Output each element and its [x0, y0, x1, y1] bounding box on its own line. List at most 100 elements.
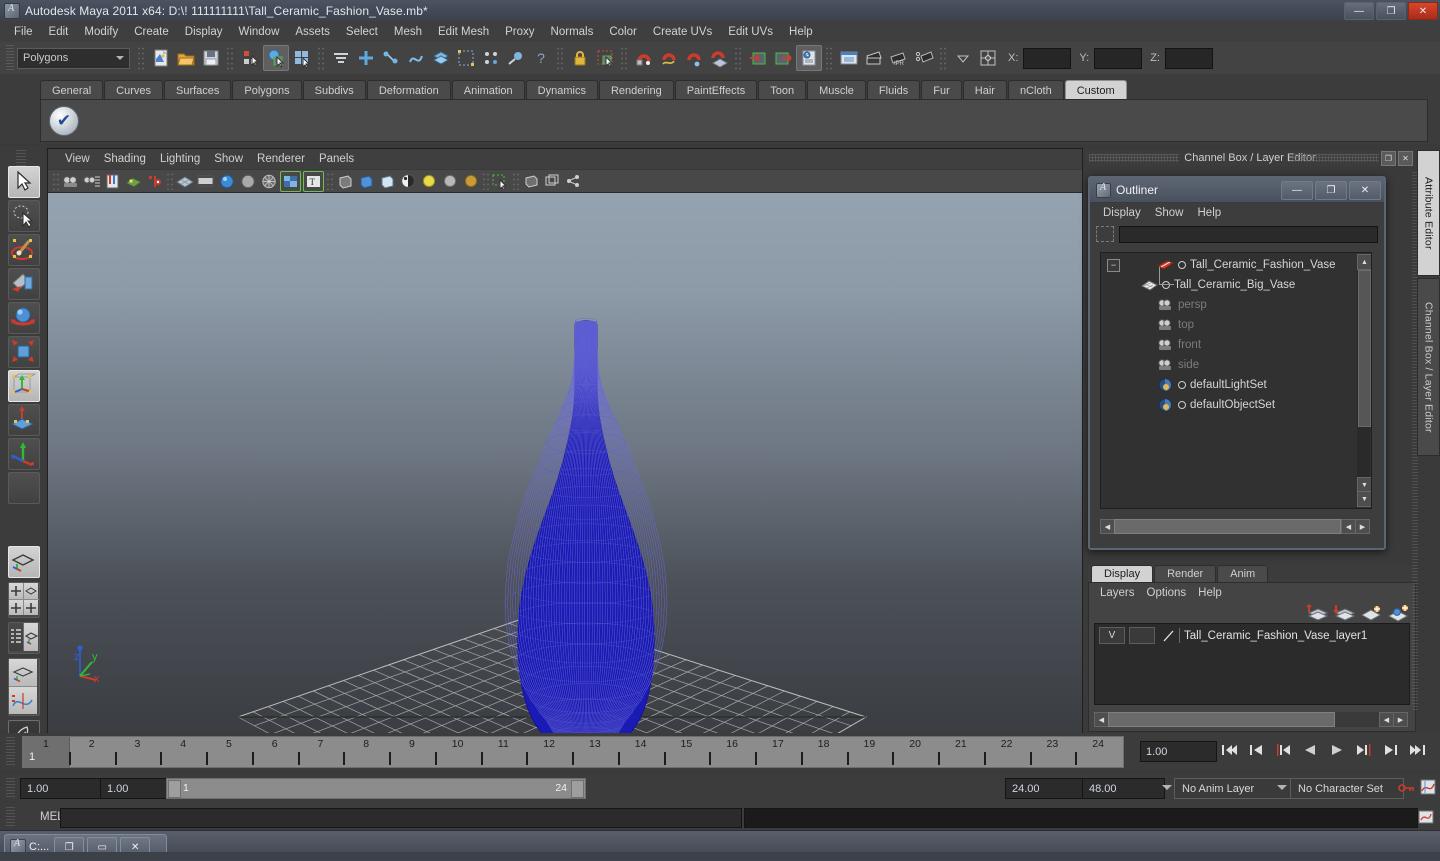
shelf-tab-toon[interactable]: Toon — [758, 80, 807, 100]
timeline-track[interactable]: 1 1 2 3 4 5 6 7 8 9 10 11 12 13 14 15 16 17 18 19 20 21 22 23 2… — [22, 736, 1124, 768]
outliner-item[interactable]: top — [1101, 315, 1353, 335]
output-connections-icon[interactable] — [771, 46, 795, 70]
batch-render-icon[interactable]: IPR — [887, 46, 911, 70]
menu-item-create[interactable]: Create — [126, 24, 177, 40]
snap-magnet-curve-icon[interactable] — [657, 46, 681, 70]
isolate-select-icon[interactable] — [491, 172, 510, 191]
menu-item-edit-uvs[interactable]: Edit UVs — [720, 24, 781, 40]
dock-close-button[interactable]: ✕ — [1398, 151, 1413, 166]
snap-to-curve-icon[interactable] — [379, 46, 403, 70]
two-d-pan-zoom-icon[interactable] — [145, 172, 164, 191]
layer-editor-tab-anim[interactable]: Anim — [1217, 565, 1269, 582]
move-tool[interactable] — [8, 268, 40, 300]
texture-border-icon[interactable]: T — [303, 170, 324, 192]
snap-to-view-plane-icon[interactable] — [429, 46, 453, 70]
menu-item-edit[interactable]: Edit — [41, 24, 77, 40]
shelf-tab-deformation[interactable]: Deformation — [366, 80, 451, 100]
command-input-field[interactable] — [60, 808, 742, 828]
viewport-canvas[interactable]: z y x — [48, 193, 1082, 734]
single-perspective-view-layout[interactable] — [8, 546, 40, 578]
graph-editor-layout-icon[interactable] — [9, 687, 37, 714]
script-editor-icon[interactable] — [1418, 809, 1434, 825]
menu-item-normals[interactable]: Normals — [543, 24, 602, 40]
menu-item-select[interactable]: Select — [338, 24, 386, 40]
outliner-menu-show[interactable]: Show — [1148, 206, 1191, 220]
wireframe-on-shaded-icon[interactable] — [259, 172, 278, 191]
auto-keyframe-icon[interactable] — [1398, 781, 1416, 798]
persp-graph-layout-group[interactable] — [8, 658, 40, 716]
layer-menu-layers[interactable]: Layers — [1094, 586, 1141, 600]
bookmark-icon[interactable] — [103, 172, 122, 191]
anim-start-time-field[interactable]: 1.00 — [20, 778, 103, 799]
current-time-field[interactable]: 1.00 — [1140, 741, 1217, 762]
viewport-menu-renderer[interactable]: Renderer — [250, 151, 312, 167]
step-back-frame-icon[interactable] — [1272, 740, 1294, 760]
right-tab-attribute-editor[interactable]: Attribute Editor — [1417, 150, 1440, 276]
share-node-icon[interactable] — [563, 172, 582, 191]
input-connections-icon[interactable] — [746, 46, 770, 70]
layer-type-toggle[interactable] — [1159, 628, 1180, 643]
step-forward-keyframe-icon[interactable] — [1380, 740, 1402, 760]
snap-magnet-plane-icon[interactable] — [707, 46, 731, 70]
character-set-chevron-icon[interactable] — [1277, 785, 1287, 790]
select-by-component-type-icon[interactable] — [290, 46, 314, 70]
vertex-display-icon[interactable] — [521, 172, 540, 191]
menu-item-file[interactable]: File — [6, 24, 41, 40]
shelf-tab-hair[interactable]: Hair — [962, 80, 1007, 100]
shelf-tab-general[interactable]: General — [40, 80, 104, 100]
scroll-right-icon-2[interactable]: ▶ — [1355, 519, 1370, 534]
outliner-maximize-button[interactable]: ❐ — [1315, 181, 1347, 200]
menu-item-color[interactable]: Color — [601, 24, 644, 40]
shade-objects-icon[interactable] — [356, 172, 375, 191]
outliner-layout-icon[interactable] — [9, 623, 24, 651]
persp-and-outliner-layout-icon[interactable] — [24, 583, 38, 599]
shelf-tab-dynamics[interactable]: Dynamics — [525, 80, 598, 100]
new-layer-from-selected-icon[interactable] — [1387, 604, 1409, 625]
checker-shading-icon[interactable] — [398, 172, 417, 191]
go-to-end-icon[interactable] — [1407, 740, 1429, 760]
layer-playback-toggle[interactable] — [1129, 627, 1155, 644]
shelf-tab-muscle[interactable]: Muscle — [807, 80, 866, 100]
outliner-horizontal-scrollbar[interactable]: ◀ ◀ ▶ — [1100, 519, 1370, 534]
coord-y-field[interactable] — [1094, 47, 1143, 69]
menu-item-mesh[interactable]: Mesh — [386, 24, 430, 40]
play-forwards-icon[interactable] — [1326, 740, 1348, 760]
shadows-icon[interactable] — [461, 172, 480, 191]
dock-restore-button[interactable]: ❐ — [1381, 151, 1396, 166]
scroll-left-icon[interactable]: ◀ — [1100, 519, 1115, 534]
lasso-select-tool[interactable] — [8, 200, 40, 232]
viewport-menu-lighting[interactable]: Lighting — [153, 151, 207, 167]
make-live-icon[interactable] — [479, 46, 503, 70]
render-current-frame-icon[interactable] — [837, 46, 861, 70]
outliner-titlebar[interactable]: Outliner — ❐ ✕ — [1090, 178, 1384, 203]
menu-set-dropdown[interactable]: Polygons — [17, 47, 130, 69]
outliner-search-input[interactable] — [1119, 225, 1378, 243]
menu-item-create-uvs[interactable]: Create UVs — [645, 24, 720, 40]
outliner-menu-help[interactable]: Help — [1191, 206, 1229, 220]
snap-magnet-grid-icon[interactable] — [632, 46, 656, 70]
shelf-tab-custom[interactable]: Custom — [1064, 80, 1127, 100]
layer-row[interactable]: V Tall_Ceramic_Fashion_Vase_layer1 — [1095, 624, 1409, 645]
soft-modification-tool[interactable] — [8, 404, 40, 436]
dock-grip-right[interactable] — [1289, 154, 1379, 162]
shelf-tab-ncloth[interactable]: nCloth — [1007, 80, 1064, 100]
select-by-object-type-icon[interactable] — [263, 45, 289, 71]
coord-z-field[interactable] — [1164, 47, 1213, 69]
shelf-tab-animation[interactable]: Animation — [451, 80, 525, 100]
open-scene-icon[interactable] — [174, 46, 198, 70]
shelf-tab-subdivs[interactable]: Subdivs — [302, 80, 366, 100]
outliner-persp-layout-group[interactable] — [8, 622, 40, 654]
paint-select-tool[interactable] — [8, 234, 40, 266]
save-scene-icon[interactable] — [199, 46, 223, 70]
outliner-item[interactable]: persp — [1101, 295, 1353, 315]
viewport-menu-view[interactable]: View — [58, 151, 97, 167]
timeline-grip[interactable] — [6, 737, 15, 765]
menu-item-edit-mesh[interactable]: Edit Mesh — [430, 24, 497, 40]
scroll-up-icon[interactable]: ▲ — [1357, 254, 1371, 270]
anim-layer-chevron-icon[interactable] — [1162, 785, 1172, 790]
new-scene-icon[interactable] — [149, 46, 173, 70]
select-mask-icon[interactable] — [329, 46, 353, 70]
textured-display-icon[interactable] — [280, 170, 301, 192]
scroll-end-icon[interactable]: ▼ — [1357, 491, 1371, 507]
imr-render-icon[interactable] — [862, 46, 886, 70]
